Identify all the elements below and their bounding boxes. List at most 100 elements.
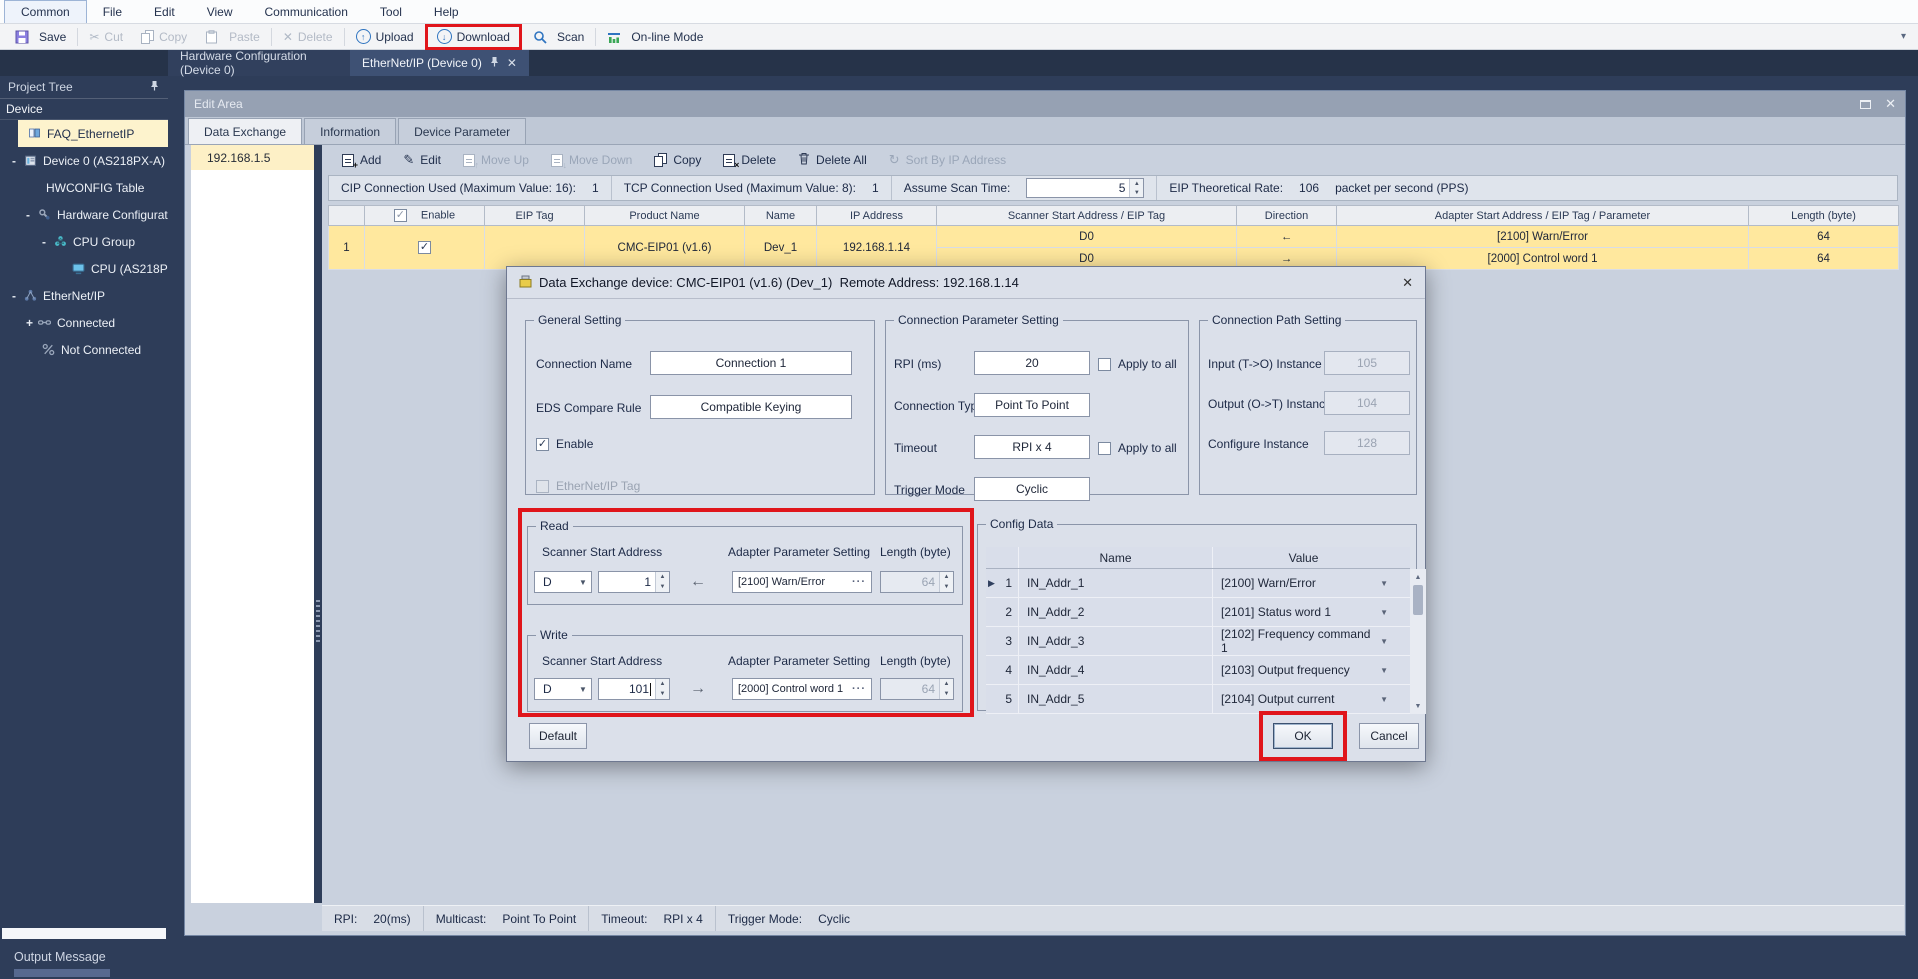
add-button[interactable]: + Add — [332, 149, 391, 171]
output-message-label[interactable]: Output Message — [14, 950, 106, 964]
trigger-mode-input[interactable]: Cyclic — [974, 477, 1090, 501]
pin-icon[interactable] — [489, 56, 500, 70]
rpi-apply-all-checkbox[interactable]: Apply to all — [1098, 357, 1177, 371]
expand-icon[interactable]: + — [26, 316, 38, 330]
delete-row-button[interactable]: × Delete — [713, 149, 786, 171]
collapse-icon[interactable]: - — [42, 235, 54, 249]
menu-tool[interactable]: Tool — [364, 0, 418, 23]
ok-button[interactable]: OK — [1273, 723, 1333, 749]
read-device-dropdown[interactable]: D▼ — [534, 571, 592, 593]
tree-root-device[interactable]: Device — [0, 98, 168, 120]
tree-item-ethernet-ip[interactable]: - EtherNet/IP — [0, 282, 168, 309]
tree-item-hardware-configuration[interactable]: - Hardware Configuration — [0, 201, 168, 228]
copy-row-button[interactable]: Copy — [644, 149, 711, 171]
connection-name-input[interactable]: Connection 1 — [650, 351, 852, 375]
config-row[interactable]: 4 IN_Addr_4 [2103] Output frequency▼ — [986, 656, 1410, 685]
scroll-down-icon[interactable]: ▼ — [1410, 698, 1426, 714]
rpi-input[interactable]: 20 — [974, 351, 1090, 375]
splitter[interactable] — [314, 145, 322, 903]
eip-tag-cell[interactable] — [485, 226, 585, 270]
name-cell[interactable]: Dev_1 — [745, 226, 817, 270]
ip-address-cell[interactable]: 192.168.1.14 — [817, 226, 937, 270]
tree-item-faq-ethernetip[interactable]: FAQ_EthernetIP — [0, 120, 168, 147]
tree-item-device0[interactable]: - Device 0 (AS218PX-A) — [0, 147, 168, 174]
config-value-dropdown[interactable]: [2104] Output current▼ — [1212, 685, 1394, 713]
config-value-dropdown[interactable]: [2101] Status word 1▼ — [1212, 598, 1394, 626]
spin-up-icon[interactable]: ▲ — [656, 572, 669, 582]
enable-checkbox[interactable]: Enable — [536, 437, 593, 451]
config-value-dropdown[interactable]: [2102] Frequency command 1▼ — [1212, 627, 1394, 655]
timeout-input[interactable]: RPI x 4 — [974, 435, 1090, 459]
menu-view[interactable]: View — [191, 0, 249, 23]
row-number[interactable]: 1 — [329, 226, 365, 270]
scroll-up-icon[interactable]: ▲ — [1410, 569, 1426, 585]
toolbar-overflow-chevron-icon[interactable]: ▾ — [1901, 31, 1918, 42]
download-button[interactable]: ↓ Download — [428, 25, 519, 49]
close-icon[interactable]: ✕ — [1885, 96, 1896, 112]
menu-file[interactable]: File — [87, 0, 138, 23]
tree-item-cpu[interactable]: CPU (AS218PX-A) — [0, 255, 168, 282]
upload-button[interactable]: ↑ Upload — [347, 25, 423, 49]
scroll-thumb[interactable] — [1413, 585, 1423, 615]
menu-common[interactable]: Common — [4, 0, 87, 23]
menu-edit[interactable]: Edit — [138, 0, 191, 23]
config-value-dropdown[interactable]: [2100] Warn/Error▼ — [1212, 569, 1394, 597]
adapter-cell[interactable]: [2100] Warn/Error — [1337, 226, 1749, 248]
maximize-icon[interactable] — [1860, 100, 1871, 109]
tree-horizontal-scrollbar[interactable] — [2, 928, 166, 939]
save-button[interactable]: Save — [6, 25, 75, 49]
menu-communication[interactable]: Communication — [249, 0, 364, 23]
edit-button[interactable]: ✎ Edit — [393, 149, 451, 171]
read-adapter-parameter-input[interactable]: [2100] Warn/Error··· — [732, 571, 872, 593]
tab-information[interactable]: Information — [304, 118, 396, 144]
scanner-cell[interactable]: D0 — [937, 226, 1237, 248]
tab-data-exchange[interactable]: Data Exchange — [188, 118, 302, 144]
enable-checkbox[interactable] — [418, 241, 431, 254]
spin-up-icon[interactable]: ▲ — [1130, 179, 1143, 188]
spin-up-icon[interactable]: ▲ — [656, 679, 669, 689]
collapse-icon[interactable]: - — [12, 289, 24, 303]
collapse-icon[interactable]: - — [12, 154, 24, 168]
tree-item-connected[interactable]: + Connected — [0, 309, 168, 336]
tree-item-hwconfig-table[interactable]: HWCONFIG Table — [0, 174, 168, 201]
config-row[interactable]: 2 IN_Addr_2 [2101] Status word 1▼ — [986, 598, 1410, 627]
close-icon[interactable]: ✕ — [1402, 275, 1413, 291]
enable-cell[interactable] — [365, 226, 485, 270]
spin-down-icon[interactable]: ▼ — [656, 582, 669, 592]
write-device-dropdown[interactable]: D▼ — [534, 678, 592, 700]
write-address-spinner[interactable]: 101 ▲▼ — [598, 678, 670, 700]
config-row[interactable]: 5 IN_Addr_5 [2104] Output current▼ — [986, 685, 1410, 714]
menu-help[interactable]: Help — [418, 0, 475, 23]
tab-ethernet-ip[interactable]: EtherNet/IP (Device 0) ✕ — [350, 50, 529, 76]
dialog-titlebar[interactable]: Data Exchange device: CMC-EIP01 (v1.6) (… — [507, 267, 1425, 299]
cancel-button[interactable]: Cancel — [1359, 723, 1419, 749]
scan-button[interactable]: Scan — [524, 25, 593, 49]
pin-icon[interactable] — [149, 80, 160, 94]
browse-button[interactable]: ··· — [852, 576, 866, 588]
product-name-cell[interactable]: CMC-EIP01 (v1.6) — [585, 226, 745, 270]
config-scrollbar[interactable]: ▲ ▼ — [1410, 569, 1426, 714]
spin-down-icon[interactable]: ▼ — [656, 689, 669, 699]
browse-button[interactable]: ··· — [852, 683, 866, 695]
length-cell[interactable]: 64 — [1749, 226, 1899, 248]
online-mode-button[interactable]: On-line Mode — [598, 25, 712, 49]
connection-type-input[interactable]: Point To Point — [974, 393, 1090, 417]
device-list-item[interactable]: 192.168.1.5 — [191, 145, 314, 170]
tab-device-parameter[interactable]: Device Parameter — [398, 118, 526, 144]
config-value-dropdown[interactable]: [2103] Output frequency▼ — [1212, 656, 1394, 684]
read-address-spinner[interactable]: 1 ▲▼ — [598, 571, 670, 593]
config-row[interactable]: ▶1 IN_Addr_1 [2100] Warn/Error▼ — [986, 569, 1410, 598]
tree-item-cpu-group[interactable]: - CPU Group — [0, 228, 168, 255]
write-adapter-parameter-input[interactable]: [2000] Control word 1··· — [732, 678, 872, 700]
length-cell[interactable]: 64 — [1749, 248, 1899, 270]
timeout-apply-all-checkbox[interactable]: Apply to all — [1098, 441, 1177, 455]
default-button[interactable]: Default — [529, 723, 587, 749]
table-row[interactable]: 1 CMC-EIP01 (v1.6) Dev_1 192.168.1.14 D0… — [329, 226, 1899, 248]
tree-item-not-connected[interactable]: Not Connected — [0, 336, 168, 363]
spin-down-icon[interactable]: ▼ — [1130, 188, 1143, 197]
close-icon[interactable]: ✕ — [507, 56, 517, 70]
select-all-checkbox[interactable] — [394, 209, 407, 222]
delete-all-button[interactable]: Delete All — [788, 149, 877, 171]
collapse-icon[interactable]: - — [26, 208, 38, 222]
config-row[interactable]: 3 IN_Addr_3 [2102] Frequency command 1▼ — [986, 627, 1410, 656]
